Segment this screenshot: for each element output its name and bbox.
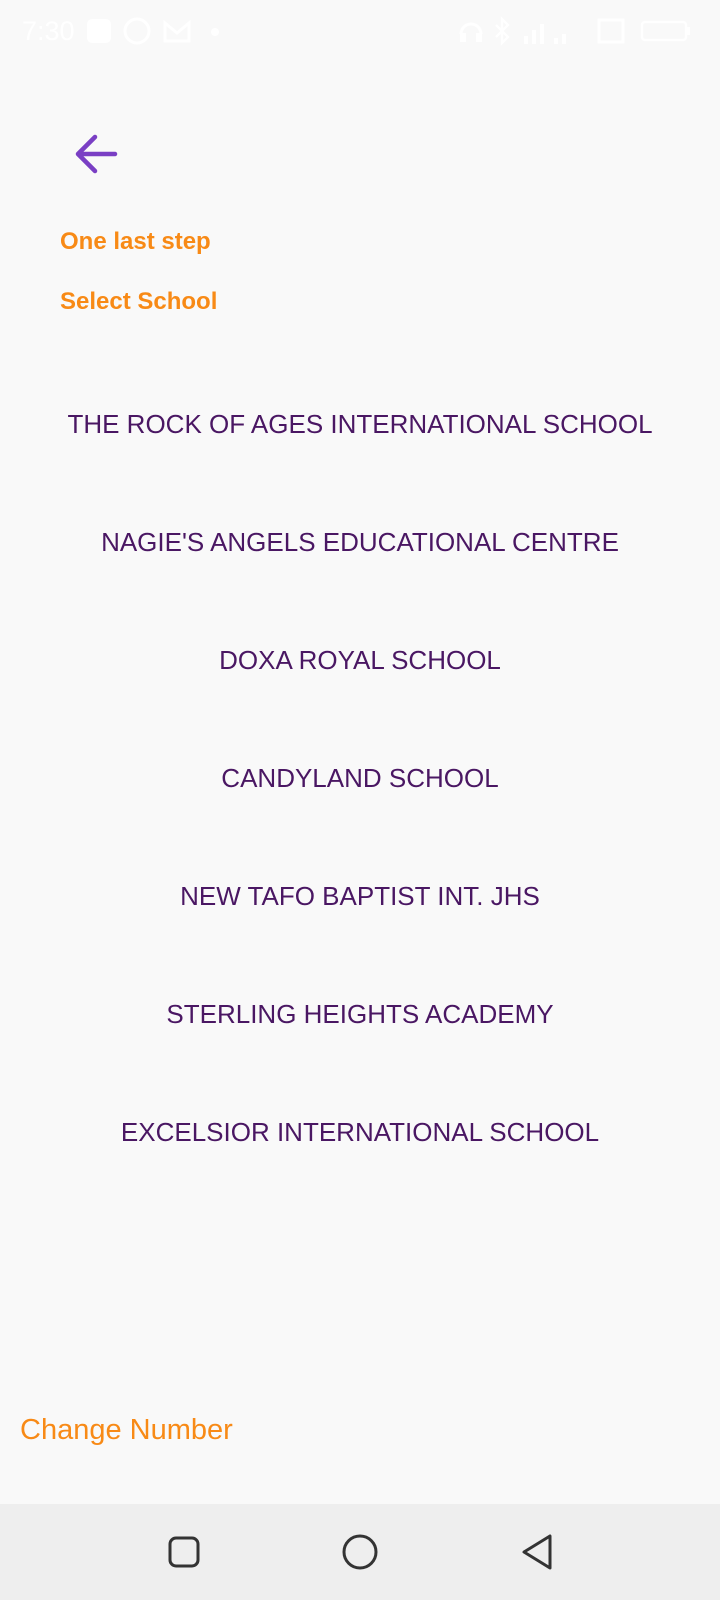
signal-icon <box>524 24 566 44</box>
nav-bar <box>0 1504 720 1600</box>
back-button[interactable] <box>64 124 128 184</box>
school-item[interactable]: DOXA ROYAL SCHOOL <box>0 601 720 719</box>
status-time: 7:30 <box>22 16 75 46</box>
gmail-icon <box>163 19 191 43</box>
school-list: THE ROCK OF AGES INTERNATIONAL SCHOOL NA… <box>0 365 720 1191</box>
school-item[interactable]: CANDYLAND SCHOOL <box>0 719 720 837</box>
whatsapp-icon <box>123 17 151 45</box>
triangle-back-icon <box>522 1534 552 1570</box>
step-heading: One last step <box>60 228 211 255</box>
arrow-left-icon <box>75 134 118 174</box>
square-recents-icon <box>168 1536 200 1568</box>
school-item[interactable]: NAGIE'S ANGELS EDUCATIONAL CENTRE <box>0 483 720 601</box>
school-item[interactable]: THE ROCK OF AGES INTERNATIONAL SCHOOL <box>0 365 720 483</box>
status-bar: 7:30 <box>0 0 720 64</box>
back-nav-button[interactable] <box>518 1532 558 1572</box>
bluetooth-icon <box>495 16 510 46</box>
headset-icon <box>459 22 483 42</box>
home-button[interactable] <box>340 1532 380 1572</box>
school-item[interactable]: STERLING HEIGHTS ACADEMY <box>0 955 720 1073</box>
notification-icon <box>87 19 111 43</box>
school-item[interactable]: NEW TAFO BAPTIST INT. JHS <box>0 837 720 955</box>
circle-home-icon <box>342 1534 378 1570</box>
school-item[interactable]: EXCELSIOR INTERNATIONAL SCHOOL <box>0 1073 720 1191</box>
battery-icon <box>640 20 690 42</box>
wifi-speed-icon <box>597 18 625 44</box>
dot-icon <box>211 28 219 36</box>
change-number-link[interactable]: Change Number <box>20 1414 233 1447</box>
select-school-heading: Select School <box>60 288 218 315</box>
recents-button[interactable] <box>164 1532 204 1572</box>
